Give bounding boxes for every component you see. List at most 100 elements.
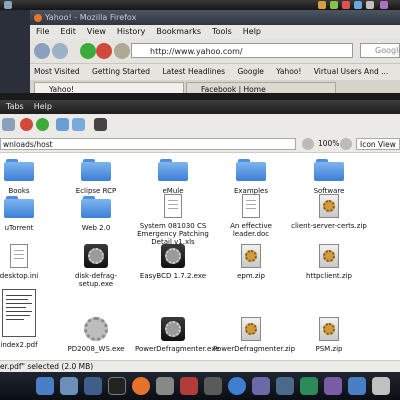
tray-icon-5[interactable] [366, 1, 374, 9]
bookmark-most-visited[interactable]: Most Visited [34, 64, 80, 80]
menu-tabs[interactable]: Tabs [6, 102, 24, 111]
terminal-dock-icon[interactable] [108, 377, 126, 395]
home-icon-fm[interactable] [56, 118, 69, 131]
file-item[interactable]: desktop.ini [0, 244, 57, 280]
file-item[interactable]: PSM.zip [291, 317, 367, 353]
archive-icon [241, 317, 261, 341]
search-input[interactable]: Google [360, 43, 400, 58]
app6-dock-icon[interactable] [324, 377, 342, 395]
bookmark-latest-headlines[interactable]: Latest Headlines [162, 64, 225, 80]
system-menu-icon[interactable] [4, 1, 12, 9]
tray-icon-4[interactable] [354, 1, 362, 9]
files-dock-icon[interactable] [60, 377, 78, 395]
home-icon[interactable] [114, 43, 130, 59]
tray-icon-2[interactable] [330, 1, 338, 9]
app-dock-icon[interactable] [204, 377, 222, 395]
settings-dock-icon[interactable] [156, 377, 174, 395]
zoom-level: 100% [318, 139, 340, 148]
menu-file[interactable]: File [36, 27, 49, 36]
file-label: PSM.zip [315, 345, 343, 353]
bookmark-yahoo[interactable]: Yahoo! [276, 64, 301, 80]
file-manager-toolbar [0, 114, 400, 137]
tray-icon-3[interactable] [342, 1, 350, 9]
file-label: Books [8, 187, 30, 195]
bookmark-getting-started[interactable]: Getting Started [92, 64, 150, 80]
firefox-icon [34, 13, 42, 22]
menu-history[interactable]: History [117, 27, 145, 36]
firefox-dock-icon[interactable] [132, 377, 150, 395]
app2-dock-icon[interactable] [228, 377, 246, 395]
file-item[interactable]: client-server-certs.zip [291, 194, 367, 230]
bookmarks-toolbar: Most Visited Getting Started Latest Head… [30, 64, 400, 80]
file-item[interactable]: Examples [213, 159, 289, 195]
folder-icon [4, 196, 34, 218]
file-label: System 081030 CS Emergency Patching Deta… [137, 222, 209, 246]
bookmark-virtual-users[interactable]: Virtual Users And ... [314, 64, 388, 80]
file-item[interactable]: An effective leader.doc [213, 194, 289, 238]
spreadsheet-icon [164, 194, 182, 218]
app3-dock-icon[interactable] [252, 377, 270, 395]
menu-help[interactable]: Help [243, 27, 261, 36]
binoculars-icon[interactable] [94, 118, 107, 131]
path-input[interactable]: wnloads/host [0, 138, 296, 150]
file-item[interactable]: httpclient.zip [291, 244, 367, 280]
computer-icon[interactable] [72, 118, 85, 131]
firefox-menubar: File Edit View History Bookmarks Tools Help [30, 25, 400, 39]
firefox-titlebar: Yahoo! - Mozilla Firefox [30, 10, 400, 25]
file-grid: Books Eclipse RCP eMule Examples Softwar… [0, 153, 400, 360]
archive-icon [319, 194, 339, 218]
file-item[interactable]: EasyBCD 1.7.2.exe [135, 244, 211, 280]
media-dock-icon[interactable] [180, 377, 198, 395]
file-item[interactable]: index2.pdf [0, 289, 57, 349]
reload-icon[interactable] [80, 43, 96, 59]
document-icon [242, 194, 260, 218]
app7-dock-icon[interactable] [348, 377, 366, 395]
forward-button[interactable] [52, 43, 68, 59]
folder-icon [236, 159, 266, 181]
menu-view[interactable]: View [87, 27, 106, 36]
file-item[interactable]: PowerDefragmenter.exe [135, 317, 219, 353]
file-label: httpclient.zip [306, 272, 352, 280]
back-button[interactable] [34, 43, 50, 59]
reload-icon-fm[interactable] [36, 118, 49, 131]
desktop-dock-icon[interactable] [84, 377, 102, 395]
forward-icon[interactable] [2, 118, 15, 131]
zoom-in-icon[interactable] [340, 138, 352, 150]
trash-dock-icon[interactable] [372, 377, 390, 395]
menu-bookmarks[interactable]: Bookmarks [156, 27, 201, 36]
executable-icon [161, 317, 185, 341]
file-item[interactable]: disk-defrag-setup.exe [58, 244, 134, 288]
file-item[interactable]: uTorrent [0, 196, 57, 232]
stop-icon[interactable] [96, 43, 112, 59]
tray-icon-6[interactable] [380, 1, 388, 9]
file-item[interactable]: Software [291, 159, 367, 195]
executable-icon [161, 244, 185, 268]
file-label: PD2008_WS.exe [67, 345, 125, 353]
folder-icon [4, 159, 34, 181]
file-item[interactable]: System 081030 CS Emergency Patching Deta… [135, 194, 211, 246]
folder-dock-icon[interactable] [36, 377, 54, 395]
url-input[interactable]: http://www.yahoo.com/ [131, 43, 353, 58]
file-manager-window: Tabs Help wnloads/host 100% Icon View Boo… [0, 100, 400, 373]
zoom-out-icon[interactable] [302, 138, 314, 150]
file-item[interactable]: Books [0, 159, 57, 195]
view-mode-select[interactable]: Icon View [356, 138, 400, 150]
file-item[interactable]: epm.zip [213, 244, 289, 280]
menu-help-fm[interactable]: Help [34, 102, 52, 111]
file-label: disk-defrag-setup.exe [75, 272, 117, 288]
file-item[interactable]: Eclipse RCP [58, 159, 134, 195]
file-item[interactable]: PowerDefragmenter.zip [213, 317, 295, 353]
tray-icon-1[interactable] [318, 1, 326, 9]
app5-dock-icon[interactable] [300, 377, 318, 395]
file-item[interactable]: Web 2.0 [58, 196, 134, 232]
file-item[interactable]: PD2008_WS.exe [58, 317, 134, 353]
firefox-window: Yahoo! - Mozilla Firefox File Edit View His… [30, 10, 400, 103]
app4-dock-icon[interactable] [276, 377, 294, 395]
bookmark-google[interactable]: Google [237, 64, 263, 80]
file-item[interactable]: eMule [135, 159, 211, 195]
folder-icon [314, 159, 344, 181]
executable-icon [84, 244, 108, 268]
menu-tools[interactable]: Tools [212, 27, 232, 36]
menu-edit[interactable]: Edit [60, 27, 76, 36]
stop-icon-fm[interactable] [20, 118, 33, 131]
